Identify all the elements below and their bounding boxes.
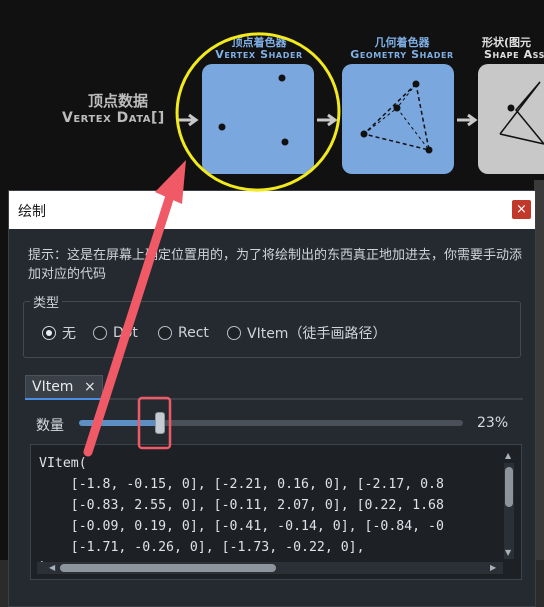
quantity-label: 数量: [36, 418, 64, 434]
scroll-left-icon[interactable]: ◀: [49, 563, 55, 572]
close-button[interactable]: ×: [512, 200, 531, 219]
stage-box-shape: [478, 64, 544, 174]
radio-icon: [227, 326, 241, 340]
quantity-slider[interactable]: [79, 412, 463, 434]
shape-assembly-lines: [499, 81, 544, 145]
radio-label: VItem（徒手画路径）: [247, 326, 387, 342]
radio-rect[interactable]: Rect: [158, 324, 209, 342]
vertex-data-sub: Vertex Data[]: [62, 110, 165, 126]
radio-icon: [93, 326, 107, 340]
code-text[interactable]: VItem( [-1.8, -0.15, 0], [-2.21, 0.16, 0…: [39, 453, 444, 579]
tab-active-indicator: [25, 398, 103, 400]
radio-label: Dot: [113, 325, 138, 341]
scroll-up-icon[interactable]: ▲: [505, 451, 511, 460]
radio-selected-icon: [42, 326, 56, 340]
radio-vitem[interactable]: VItem（徒手画路径）: [227, 324, 386, 342]
scroll-right-icon[interactable]: ▶: [490, 563, 496, 572]
tab-vitem[interactable]: VItem ×: [25, 375, 103, 399]
horizontal-scrollbar-thumb[interactable]: [60, 564, 276, 572]
dialog-titlebar[interactable]: 绘制 ×: [9, 191, 535, 229]
scroll-down-icon[interactable]: ▼: [505, 548, 511, 557]
vertical-scrollbar-thumb[interactable]: [505, 467, 513, 507]
radio-dot[interactable]: Dot: [93, 324, 138, 342]
stage-box-geometry: [342, 64, 454, 174]
quantity-slider-handle[interactable]: [155, 412, 165, 434]
radio-label: Rect: [178, 325, 209, 341]
tab-close-icon[interactable]: ×: [84, 379, 96, 395]
geometry-triangle: [360, 80, 433, 154]
stage-box-vertex: [202, 64, 314, 174]
tab-label: VItem: [32, 379, 74, 395]
vertex-data-label: 顶点数据: [88, 92, 149, 110]
vertical-scrollbar[interactable]: [504, 463, 514, 559]
code-output[interactable]: VItem( [-1.8, -0.15, 0], [-2.21, 0.16, 0…: [30, 444, 522, 580]
draw-dialog: 绘制 × 提示：这是在屏幕上确定位置用的，为了将绘制出的东西真正地加进去，你需要…: [8, 190, 536, 607]
stage-sub-shape: Shape Ass: [484, 48, 544, 61]
type-group-label: 类型: [30, 292, 63, 311]
radio-label: 无: [62, 326, 76, 342]
quantity-percent: 23%: [477, 415, 509, 431]
horizontal-scrollbar[interactable]: [37, 562, 503, 574]
vertex-points: [218, 74, 289, 146]
pipeline-arrow-icon: [457, 113, 478, 127]
dialog-title: 绘制: [18, 204, 46, 220]
quantity-slider-fill: [79, 420, 160, 426]
pipeline-arrow-icon: [317, 113, 338, 127]
type-group: 类型 无 Dot Rect VItem（徒手画路径）: [23, 292, 521, 358]
pipeline-arrow-icon: [178, 113, 199, 127]
radio-none[interactable]: 无: [42, 324, 76, 342]
stage-sub-geometry: Geometry Shader: [350, 48, 454, 61]
radio-icon: [158, 326, 172, 340]
hint-text: 提示：这是在屏幕上确定位置用的，为了将绘制出的东西真正地加进去，你需要手动添加对…: [28, 248, 523, 282]
stage-sub-vertex: Vertex Shader: [215, 48, 303, 61]
